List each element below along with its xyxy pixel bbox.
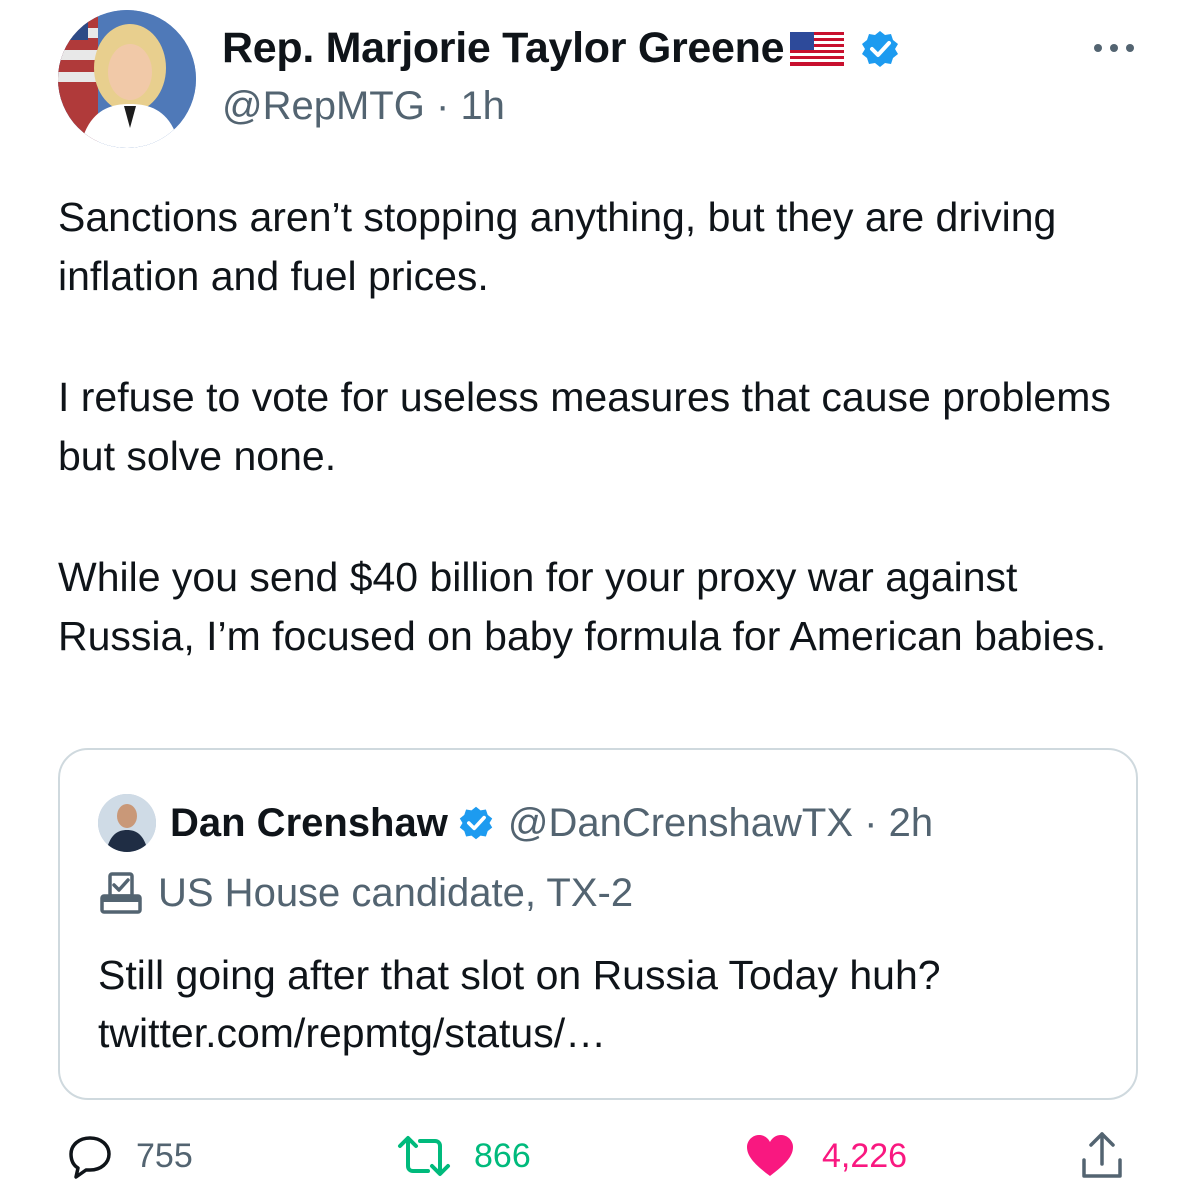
retweet-icon: [396, 1132, 452, 1180]
quoted-author-handle: @DanCrenshawTX · 2h: [508, 801, 933, 846]
share-button[interactable]: [1078, 1126, 1126, 1186]
quoted-author-label: US House candidate, TX-2: [98, 870, 633, 916]
heart-icon: [744, 1132, 796, 1180]
reply-icon: [66, 1132, 114, 1180]
tweet-paragraph: While you send $40 billion for your prox…: [58, 554, 1107, 659]
quoted-author-name[interactable]: Dan Crenshaw: [170, 801, 448, 846]
share-icon: [1078, 1130, 1126, 1182]
quoted-author-label-text: US House candidate, TX-2: [158, 870, 634, 915]
like-count: 4,226: [822, 1136, 908, 1175]
tweet-body: Sanctions aren’t stopping anything, but …: [58, 188, 1138, 666]
quoted-tweet-header: Dan Crenshaw @DanCrenshawTX · 2h: [98, 794, 933, 852]
retweet-count: 866: [474, 1136, 531, 1175]
tweet-paragraph: I refuse to vote for useless measures th…: [58, 374, 1111, 479]
us-flag-icon: [790, 31, 845, 66]
meta-separator: ·: [864, 800, 878, 845]
reply-count: 755: [136, 1136, 193, 1175]
author-avatar[interactable]: [58, 10, 196, 148]
reply-button[interactable]: 755: [66, 1126, 193, 1186]
quoted-tweet-link[interactable]: twitter.com/repmtg/status/…: [98, 1004, 1108, 1062]
author-display-name[interactable]: Rep. Marjorie Taylor Greene: [222, 24, 785, 73]
tweet-timestamp[interactable]: 1h: [460, 84, 505, 128]
tweet-action-bar: 755 866 4,226: [58, 1126, 1138, 1186]
author-handle[interactable]: @RepMTG: [222, 84, 425, 128]
quoted-tweet-card[interactable]: Dan Crenshaw @DanCrenshawTX · 2h US Hous…: [58, 748, 1138, 1100]
quoted-tweet-text: Still going after that slot on Russia To…: [98, 952, 941, 998]
verified-badge-icon: [458, 805, 494, 841]
author-name-row: Rep. Marjorie Taylor Greene: [222, 24, 900, 73]
verified-badge-icon: [860, 29, 900, 69]
ballot-box-icon: [98, 870, 144, 916]
meta-separator: ·: [435, 84, 450, 128]
like-button[interactable]: 4,226: [744, 1126, 907, 1186]
author-handle-row: @RepMTG · 1h: [222, 84, 505, 129]
quoted-timestamp[interactable]: 2h: [889, 801, 934, 845]
quoted-handle-text[interactable]: @DanCrenshawTX: [508, 801, 853, 845]
tweet-paragraph: Sanctions aren’t stopping anything, but …: [58, 194, 1057, 299]
retweet-button[interactable]: 866: [396, 1126, 531, 1186]
quoted-tweet-body: Still going after that slot on Russia To…: [98, 946, 1108, 1062]
avatar-image: [58, 10, 196, 148]
quoted-author-avatar[interactable]: [98, 794, 156, 852]
more-options-icon[interactable]: [1090, 40, 1138, 56]
